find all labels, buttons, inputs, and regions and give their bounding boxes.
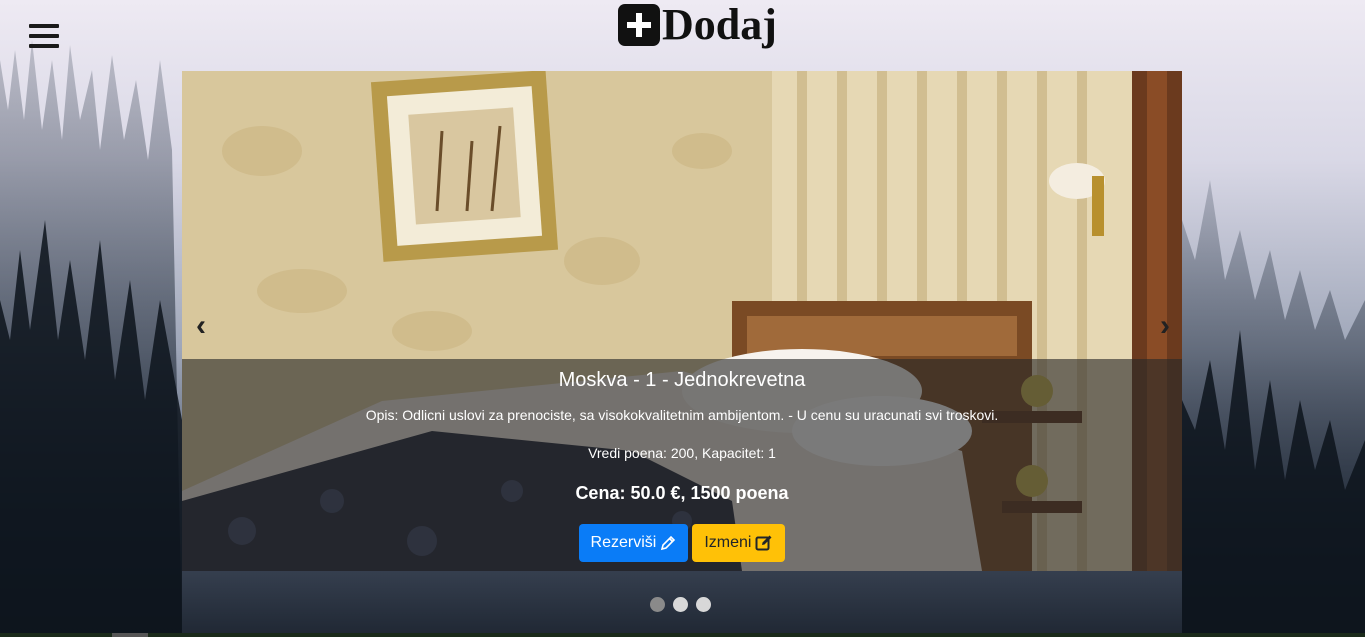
hamburger-line (29, 24, 59, 28)
carousel-next-button[interactable]: › (1160, 311, 1170, 341)
room-price: Cena: 50.0 €, 1500 poena (575, 483, 789, 503)
scrollbar-thumb[interactable] (112, 633, 148, 637)
pen-icon (661, 535, 676, 551)
add-brand-link[interactable]: Dodaj (618, 0, 777, 50)
horizontal-scrollbar[interactable] (0, 633, 1365, 637)
plus-square-icon (618, 4, 660, 46)
carousel-indicator[interactable] (696, 597, 711, 612)
edit-icon (755, 535, 772, 551)
edit-button-label: Izmeni (704, 534, 752, 551)
reserve-button[interactable]: Rezerviši (578, 524, 689, 562)
menu-toggle-button[interactable] (29, 24, 59, 48)
brand-text: Dodaj (662, 0, 777, 49)
edit-button[interactable]: Izmeni (692, 524, 786, 562)
carousel-indicator[interactable] (673, 597, 688, 612)
room-meta: Vredi poena: 200, Kapacitet: 1 (588, 445, 776, 461)
reserve-button-label: Rezerviši (590, 534, 657, 551)
room-carousel: ‹ › Moskva - 1 - Jednokrevetna Opis: Odl… (182, 71, 1182, 571)
carousel-prev-button[interactable]: ‹ (196, 311, 206, 341)
room-description: Opis: Odlicni uslovi za prenociste, sa v… (365, 407, 999, 423)
room-title: Moskva - 1 - Jednokrevetna (558, 369, 806, 391)
hamburger-line (29, 34, 59, 38)
hamburger-line (29, 44, 59, 48)
carousel-indicator[interactable] (650, 597, 665, 612)
slide-caption: Moskva - 1 - Jednokrevetna Opis: Odlicni… (182, 359, 1182, 571)
carousel-indicators (650, 597, 711, 612)
